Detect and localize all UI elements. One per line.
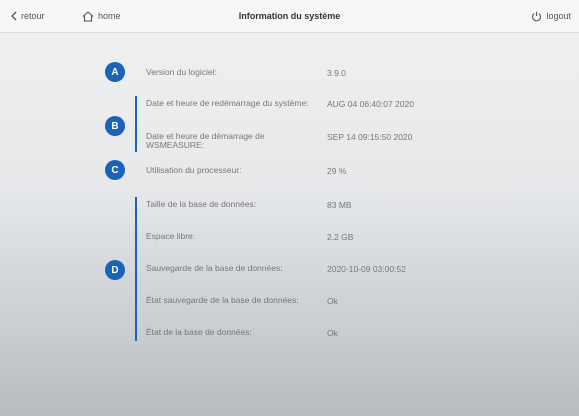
power-icon (531, 11, 542, 22)
software-version-label: Version du logiciel: (146, 67, 217, 77)
section-b-badge: B (105, 116, 125, 136)
db-status-value: Ok (327, 328, 338, 338)
system-restart-label: Date et heure de redémarrage du système: (146, 98, 309, 108)
cpu-usage-value: 29 % (327, 166, 347, 176)
section-c-badge: C (105, 160, 125, 180)
home-icon (82, 10, 94, 22)
home-label: home (98, 11, 121, 21)
backup-status-label: État sauvegarde de la base de données: (146, 295, 299, 305)
section-a-badge: A (105, 62, 125, 82)
db-size-label: Taille de la base de données: (146, 199, 257, 209)
wsmeasure-start-value: SEP 14 09:15:50 2020 (327, 132, 413, 142)
free-space-value: 2.2 GB (327, 232, 354, 242)
logout-button[interactable]: logout (531, 0, 571, 32)
db-backup-label: Sauvegarde de la base de données: (146, 263, 283, 273)
section-d-bar (135, 197, 137, 341)
back-button[interactable]: retour (10, 0, 45, 32)
home-button[interactable]: home (82, 0, 121, 32)
back-label: retour (21, 11, 45, 21)
db-status-label: État de la base de données: (146, 327, 252, 337)
db-backup-value: 2020-10-09 03:00:52 (327, 264, 406, 274)
cpu-usage-label: Utilisation du processeur: (146, 165, 242, 175)
db-size-value: 83 MB (327, 200, 352, 210)
section-d-badge: D (105, 260, 125, 280)
top-bar: retour home Information du système logou… (0, 0, 579, 33)
system-restart-value: AUG 04 06:40:07 2020 (327, 99, 414, 109)
software-version-value: 3.9.0 (327, 68, 346, 78)
logout-label: logout (546, 11, 571, 21)
chevron-left-icon (10, 11, 17, 21)
section-b-bar (135, 96, 137, 152)
wsmeasure-start-label: Date et heure de démarrage de WSMEASURE: (146, 131, 265, 150)
free-space-label: Espace libre: (146, 231, 196, 241)
backup-status-value: Ok (327, 296, 338, 306)
